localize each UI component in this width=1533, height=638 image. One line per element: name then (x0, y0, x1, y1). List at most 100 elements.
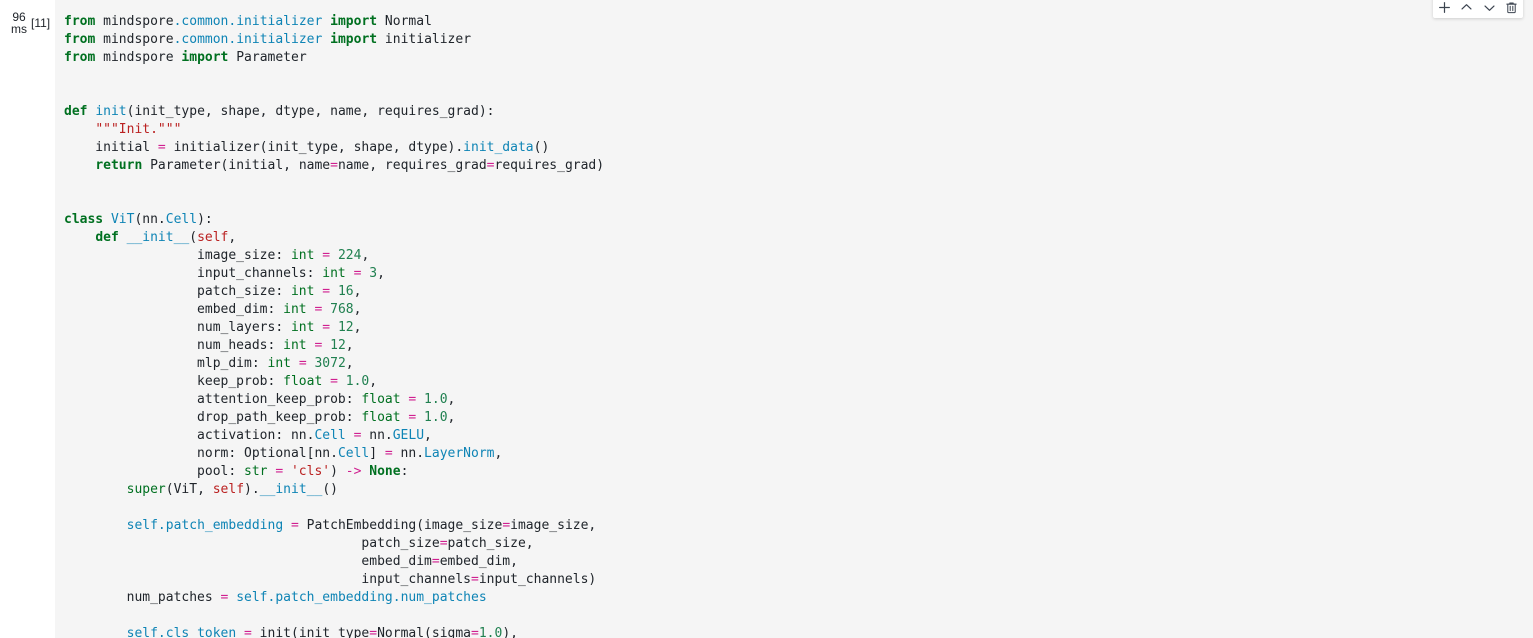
move-cell-down-button[interactable] (1479, 0, 1499, 16)
add-cell-button[interactable] (1434, 0, 1454, 16)
code-line: initial = initializer(init_type, shape, … (64, 139, 1533, 157)
code-token: Parameter(initial, name (142, 158, 331, 173)
code-token: LayerNorm (424, 446, 495, 461)
code-line: class ViT(nn.Cell): (64, 211, 1533, 229)
code-token: int (283, 338, 307, 353)
code-line: self.patch_embedding = PatchEmbedding(im… (64, 517, 1533, 535)
delete-cell-button[interactable] (1502, 0, 1522, 16)
code-token: = (471, 572, 479, 587)
plus-icon (1438, 1, 1451, 14)
code-token: embed_dim (64, 554, 432, 569)
code-token: = (298, 356, 307, 371)
chevron-down-icon (1483, 1, 1496, 14)
code-token: str (244, 464, 268, 479)
code-line: """Init.""" (64, 121, 1533, 139)
code-line: drop_path_keep_prob: float = 1.0, (64, 409, 1533, 427)
code-token: = (369, 626, 378, 638)
code-token: = (244, 626, 252, 638)
code-token: initializer(init_type, shape, dtype). (165, 140, 464, 155)
code-token: mindspore (103, 14, 174, 29)
code-token: activation: nn. (64, 428, 315, 443)
code-token: int (322, 266, 346, 281)
code-line: num_heads: int = 12, (64, 337, 1533, 355)
code-token: 1.0 (424, 392, 448, 407)
execution-count-label: [11] (31, 16, 51, 30)
code-token: num_patches (64, 590, 221, 605)
code-token: __init__ (259, 482, 323, 497)
code-line: num_patches = self.patch_embedding.num_p… (64, 589, 1533, 607)
code-token: float (361, 410, 401, 425)
code-token: initializer (377, 32, 472, 47)
code-line: image_size: int = 224, (64, 247, 1533, 265)
code-token: 1.0 (478, 626, 503, 638)
code-token: = (384, 446, 393, 461)
code-token: -> (345, 464, 362, 479)
code-token: = (291, 518, 299, 533)
code-editor[interactable]: from mindspore.common.initializer import… (64, 13, 1533, 638)
code-token: , (228, 230, 237, 245)
code-token: : (400, 464, 409, 479)
code-line: return Parameter(initial, name=name, req… (64, 157, 1533, 175)
move-cell-up-button[interactable] (1457, 0, 1477, 16)
code-line: from mindspore import Parameter (64, 49, 1533, 67)
code-line: num_layers: int = 12, (64, 319, 1533, 337)
code-token: input_channels (64, 572, 471, 587)
code-line: input_channels: int = 3, (64, 265, 1533, 283)
code-token: , (345, 338, 354, 353)
code-line: patch_size=patch_size, (64, 535, 1533, 553)
code-cell[interactable]: from mindspore.common.initializer import… (55, 0, 1533, 638)
code-token: Normal (377, 14, 432, 29)
execution-timer-unit: ms (11, 22, 27, 36)
code-token: float (361, 392, 401, 407)
code-token: () (322, 482, 338, 497)
code-line: patch_size: int = 16, (64, 283, 1533, 301)
code-token: initial (64, 140, 158, 155)
code-token: Cell (337, 446, 370, 461)
code-token: self.patch_embedding (126, 518, 284, 533)
code-token: pool: (64, 464, 245, 479)
code-token: def (95, 230, 127, 245)
code-line: embed_dim: int = 768, (64, 301, 1533, 319)
code-token: int (267, 356, 291, 371)
code-token: float (283, 374, 323, 389)
code-token: self.patch_embedding.num_patches (236, 590, 487, 605)
code-token: , (424, 428, 432, 443)
code-token: from (64, 32, 104, 47)
code-token: int (290, 284, 315, 299)
code-token: import (330, 32, 378, 47)
notebook-cell-view: 96 ms [11] from mindspore.common.initial… (0, 0, 1533, 638)
code-line: attention_keep_prob: float = 1.0, (64, 391, 1533, 409)
code-token: int (290, 248, 315, 263)
code-token: embed_dim, (439, 554, 518, 569)
code-token: , (353, 302, 362, 317)
code-token: 16 (337, 284, 354, 299)
code-line: input_channels=input_channels) (64, 571, 1533, 589)
code-token: patch_size: (64, 284, 291, 299)
code-token: (ViT, (165, 482, 213, 497)
code-token: self (212, 482, 245, 497)
code-token: , (377, 266, 385, 281)
code-line: embed_dim=embed_dim, (64, 553, 1533, 571)
code-line: activation: nn.Cell = nn.GELU, (64, 427, 1533, 445)
code-token: = (431, 554, 440, 569)
code-line: super(ViT, self).__init__() (64, 481, 1533, 499)
code-token: 'cls' (290, 464, 331, 479)
code-token: ViT (110, 212, 135, 227)
code-token: ] (369, 446, 385, 461)
code-token: , (345, 356, 354, 371)
code-line: mlp_dim: int = 3072, (64, 355, 1533, 373)
code-token: patch_size, (447, 536, 534, 551)
code-token: input_channels: (64, 266, 323, 281)
cell-toolbar[interactable] (1433, 0, 1523, 18)
code-token: 3072 (314, 356, 346, 371)
code-token: drop_path_keep_prob: (64, 410, 362, 425)
